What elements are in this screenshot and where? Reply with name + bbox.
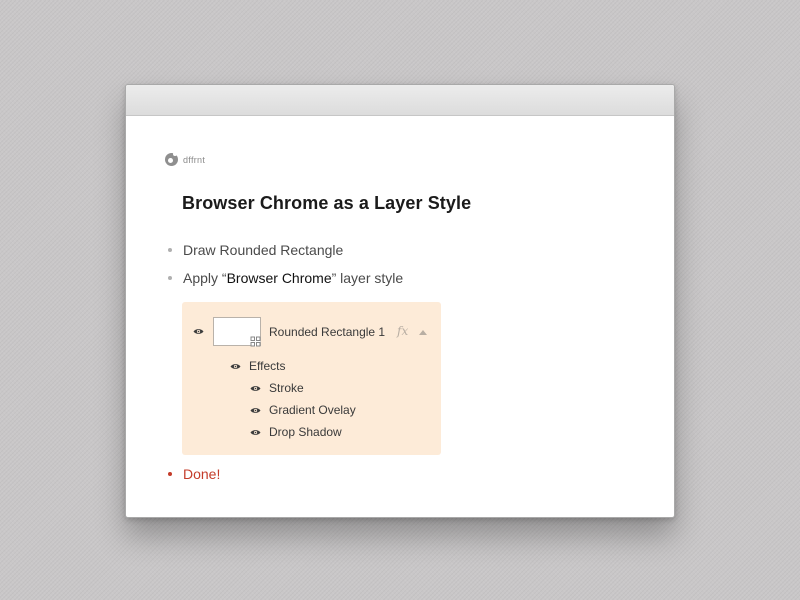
effect-row-drop-shadow[interactable]: Drop Shadow	[269, 425, 342, 439]
visibility-eye-icon[interactable]	[250, 385, 261, 392]
bullet-icon	[168, 472, 172, 476]
layer-name: Rounded Rectangle 1	[269, 325, 386, 339]
fx-icon[interactable]: fx	[397, 324, 408, 338]
visibility-eye-icon[interactable]	[193, 328, 204, 335]
step-text: Apply “	[183, 270, 227, 286]
effect-row-stroke[interactable]: Stroke	[269, 381, 304, 395]
visibility-eye-icon[interactable]	[230, 363, 241, 370]
layers-panel: Rounded Rectangle 1 fx Effects Stroke Gr…	[182, 302, 441, 455]
step-text: Draw Rounded Rectangle	[183, 242, 344, 258]
step-item: Apply “Browser Chrome” layer style	[168, 270, 403, 286]
step-item-done: Done!	[168, 466, 220, 482]
effect-row-gradient-overlay[interactable]: Gradient Ovelay	[269, 403, 356, 417]
logo-icon	[165, 152, 178, 166]
step-item: Draw Rounded Rectangle	[168, 242, 343, 258]
visibility-eye-icon[interactable]	[250, 407, 261, 414]
window-titlebar	[126, 85, 674, 116]
effect-label: Drop Shadow	[269, 425, 342, 439]
step-text-suffix: ” layer style	[331, 270, 404, 286]
collapse-caret-icon[interactable]	[419, 330, 427, 335]
effects-row[interactable]: Effects	[249, 359, 285, 373]
visibility-eye-icon[interactable]	[250, 429, 261, 436]
browser-window: dffrnt Browser Chrome as a Layer Style D…	[125, 84, 675, 518]
step-highlight: Browser Chrome	[226, 270, 332, 286]
effect-label: Stroke	[269, 381, 304, 395]
effects-label: Effects	[249, 359, 286, 373]
logo-text: dffrnt	[183, 154, 206, 165]
page-title: Browser Chrome as a Layer Style	[182, 193, 472, 213]
effect-label: Gradient Ovelay	[269, 403, 356, 417]
step-text: Done!	[183, 466, 221, 482]
bullet-icon	[168, 248, 172, 252]
logo: dffrnt	[165, 152, 206, 166]
vector-mask-icon	[250, 336, 261, 347]
bullet-icon	[168, 276, 172, 280]
